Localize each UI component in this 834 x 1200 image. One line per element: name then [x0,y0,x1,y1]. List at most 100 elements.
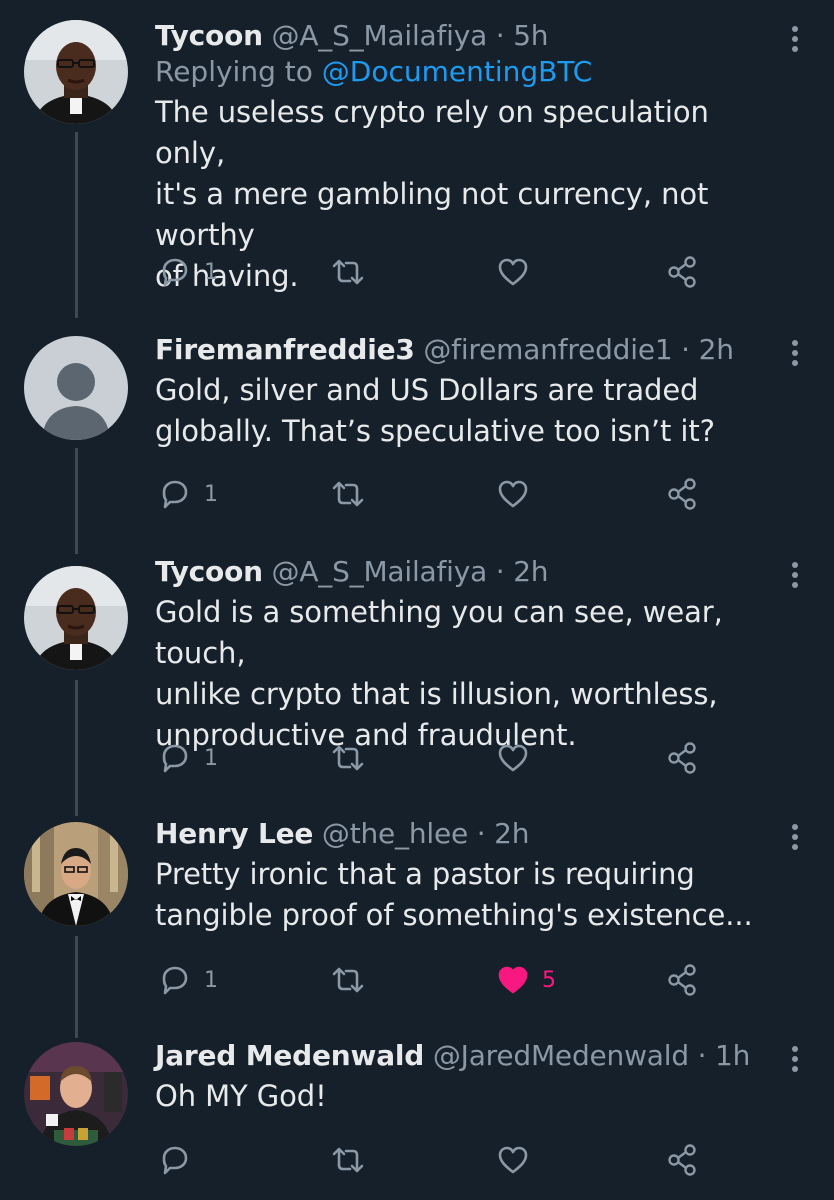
tweet[interactable]: Henry Lee @the_hlee · 2h Pretty ironic t… [0,816,834,1038]
more-icon[interactable] [792,340,800,370]
thread-line [75,680,78,816]
author-handle[interactable]: @A_S_Mailafiya [272,555,488,588]
avatar[interactable] [24,822,128,926]
reply-count: 1 [204,259,218,285]
mention-link[interactable]: @DocumentingBTC [322,55,593,88]
tweet-text-line: unlike crypto that is illusion, worthles… [155,677,718,711]
like-button[interactable]: 5 [496,962,556,998]
reply-button[interactable] [158,1142,192,1178]
tweet-actions: 1 [158,254,718,290]
avatar[interactable] [24,336,128,440]
author-handle[interactable]: @firemanfreddie1 [423,333,672,366]
replying-to: Replying to @DocumentingBTC [155,54,774,90]
timestamp[interactable]: 2h [699,333,734,366]
tweet[interactable]: Tycoon @A_S_Mailafiya · 2h Gold is a som… [0,554,834,816]
author-name[interactable]: Henry Lee [155,817,313,850]
reply-count: 1 [204,481,218,507]
tweet-text-line: globally. That’s speculative too isn’t i… [155,414,715,448]
like-count: 5 [542,967,556,993]
separator: · [495,555,505,588]
reply-button[interactable]: 1 [158,476,218,512]
tweet[interactable]: Tycoon @A_S_Mailafiya · 5h Replying to @… [0,0,834,318]
like-icon [498,744,528,772]
timestamp[interactable]: 5h [513,19,548,52]
studio-photo [24,1042,128,1146]
reply-button[interactable]: 1 [158,254,218,290]
tweet-actions: 1 5 [158,962,718,998]
retweet-icon [332,745,364,771]
author-handle[interactable]: @the_hlee [322,817,468,850]
timestamp[interactable]: 2h [513,555,548,588]
separator: · [476,817,486,850]
reply-icon [162,480,188,509]
share-icon [668,742,696,774]
reply-icon [162,744,188,773]
reply-icon [162,258,188,287]
like-icon [498,966,528,994]
avatar[interactable] [24,566,128,670]
share-button[interactable] [666,962,700,998]
retweet-icon [332,1147,364,1173]
reply-button[interactable]: 1 [158,740,218,776]
more-icon[interactable] [792,1046,800,1076]
retweet-button[interactable] [330,1142,366,1178]
like-button[interactable] [496,476,530,512]
tweet[interactable]: Firemanfreddie3 @firemanfreddie1 · 2h Go… [0,318,834,554]
share-button[interactable] [666,254,700,290]
thread-line [75,936,78,1038]
more-icon[interactable] [792,824,800,854]
tweet-text-line: tangible proof of something's existence.… [155,898,753,932]
thread-line [75,448,78,554]
share-icon [668,478,696,510]
author-name[interactable]: Tycoon [155,555,263,588]
tuxedo-photo [24,822,128,926]
reply-button[interactable]: 1 [158,962,218,998]
reply-icon [162,966,188,995]
author-name[interactable]: Jared Medenwald [155,1039,424,1072]
like-button[interactable] [496,1142,530,1178]
like-icon [498,480,528,508]
tweet-text: Pretty ironic that a pastor is requiring… [155,854,774,936]
tweet-text: Oh MY God! [155,1076,774,1117]
replying-prefix: Replying to [155,55,313,88]
tweet-text: Gold, silver and US Dollars are traded g… [155,370,774,452]
retweet-button[interactable] [330,740,366,776]
more-icon[interactable] [792,26,800,56]
tweet-actions [158,1142,718,1178]
like-button[interactable] [496,254,530,290]
tweet-text-line: Oh MY God! [155,1079,327,1113]
share-icon [668,256,696,288]
like-button[interactable] [496,740,530,776]
author-name[interactable]: Tycoon [155,19,263,52]
retweet-icon [332,259,364,285]
author-name[interactable]: Firemanfreddie3 [155,333,415,366]
like-icon [498,258,528,286]
tweet-text-line: it's a mere gambling not currency, not w… [155,177,709,252]
tweet-text-line: Pretty ironic that a pastor is requiring [155,857,695,891]
avatar[interactable] [24,1042,128,1146]
default-avatar [24,336,128,440]
tweet-text-line: Gold, silver and US Dollars are traded [155,373,699,407]
retweet-button[interactable] [330,962,366,998]
separator: · [681,333,690,366]
share-button[interactable] [666,476,700,512]
tweet-text: Gold is a something you can see, wear, t… [155,592,774,756]
retweet-button[interactable] [330,254,366,290]
tweet[interactable]: Jared Medenwald @JaredMedenwald · 1h Oh … [0,1038,834,1200]
timestamp[interactable]: 1h [715,1039,750,1072]
timestamp[interactable]: 2h [494,817,529,850]
retweet-button[interactable] [330,476,366,512]
separator: · [495,19,505,52]
thread-line [75,132,78,318]
tweet-actions: 1 [158,476,718,512]
share-button[interactable] [666,1142,700,1178]
like-icon [498,1146,528,1174]
author-handle[interactable]: @JaredMedenwald [433,1039,689,1072]
more-icon[interactable] [792,562,800,592]
author-handle[interactable]: @A_S_Mailafiya [272,19,488,52]
avatar[interactable] [24,20,128,124]
tweet-text-line: Gold is a something you can see, wear, t… [155,595,723,670]
share-button[interactable] [666,740,700,776]
pastor-photo [24,20,128,124]
retweet-icon [332,967,364,993]
